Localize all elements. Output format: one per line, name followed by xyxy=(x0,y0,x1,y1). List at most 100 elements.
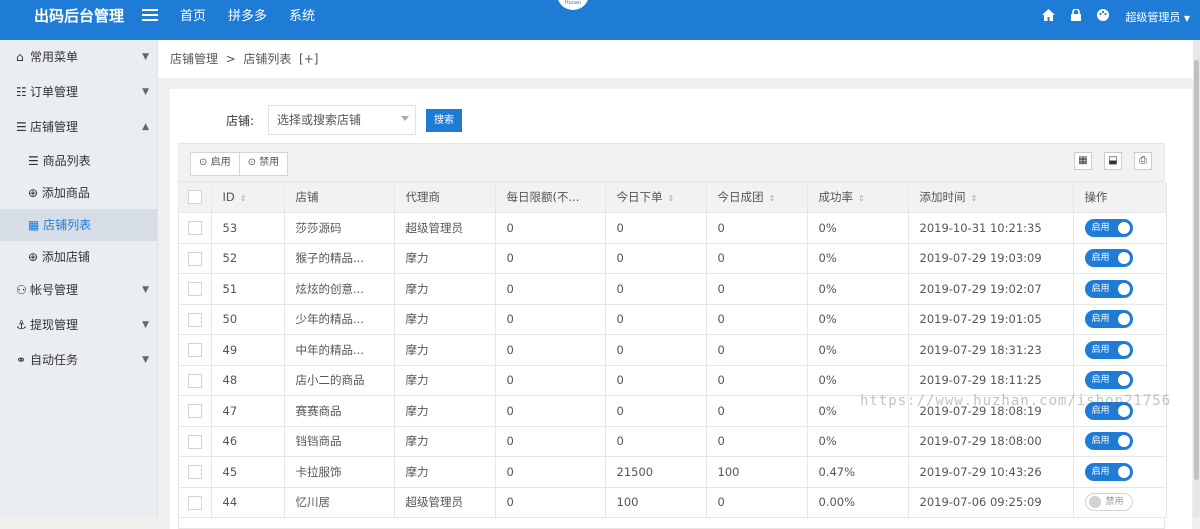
col-id[interactable]: ID ⇕ xyxy=(211,182,285,213)
sidebar-item-shops[interactable]: ☰ 店铺管理 ▲ xyxy=(0,110,157,145)
row-checkbox[interactable] xyxy=(187,404,202,418)
cell-action: 启用 xyxy=(1073,212,1167,244)
sort-icon[interactable]: ⇕ xyxy=(240,194,247,203)
table-row: 53 莎莎源码 超级管理员 0 0 0 0% 2019-10-31 10:21:35 启用 xyxy=(179,212,1167,244)
status-toggle[interactable]: 启用 xyxy=(1084,218,1133,237)
home-icon[interactable] xyxy=(1042,9,1056,24)
sort-icon[interactable]: ⇕ xyxy=(971,194,978,203)
cell-limit: 0 xyxy=(495,487,606,518)
sidebar-item-accounts[interactable]: ⚇ 帐号管理 ▼ xyxy=(0,273,157,308)
sidebar-subitem-shop-list[interactable]: ▦ 店铺列表 xyxy=(0,209,157,241)
chevron-down-icon: ▼ xyxy=(142,52,149,62)
print-icon[interactable]: ⎙ xyxy=(1134,152,1152,170)
breadcrumb-parent[interactable]: 店铺管理 xyxy=(170,52,218,66)
nav-home[interactable]: 首页 xyxy=(180,0,206,33)
grid-icon: ▦ xyxy=(28,218,40,232)
cell-shop: 铛铛商品 xyxy=(284,426,395,457)
sidebar-subitem-add-product[interactable]: ⊕ 添加商品 xyxy=(0,177,157,209)
cell-groups: 0 xyxy=(706,243,808,274)
row-checkbox[interactable] xyxy=(187,282,202,296)
status-toggle[interactable]: 启用 xyxy=(1084,462,1133,481)
row-checkbox[interactable] xyxy=(187,465,202,479)
home-outline-icon: ⌂ xyxy=(16,50,24,64)
row-checkbox[interactable] xyxy=(187,221,202,235)
topbar-actions: 超级管理员 ▼ xyxy=(1042,0,1190,33)
sidebar-subitem-product-list[interactable]: ☰ 商品列表 xyxy=(0,145,157,177)
sidebar-item-common-menu[interactable]: ⌂ 常用菜单 ▼ xyxy=(0,40,157,75)
sort-icon[interactable]: ⇕ xyxy=(769,194,776,203)
row-checkbox[interactable] xyxy=(187,251,202,266)
table-row: 50 少年的精品... 摩力 0 0 0 0% 2019-07-29 19:01:05 启用 xyxy=(179,304,1167,335)
table-row: 51 炫炫的创意... 摩力 0 0 0 0% 2019-07-29 19:02:07 启用 xyxy=(179,273,1167,305)
cell-id: 53 xyxy=(211,212,285,244)
sidebar-item-orders[interactable]: ☷ 订单管理 ▼ xyxy=(0,75,157,110)
shop-select[interactable]: 选择或搜索店铺 xyxy=(268,105,417,135)
cell-groups: 100 xyxy=(706,456,808,488)
row-checkbox[interactable] xyxy=(187,495,202,510)
table-row: 49 中年的精品... 摩力 0 0 0 0% 2019-07-29 18:31:23 启用 xyxy=(179,334,1167,366)
pause-circle-icon: ⊙ xyxy=(247,157,256,168)
list-icon: ☰ xyxy=(16,120,27,134)
cell-time: 2019-10-31 10:21:35 xyxy=(908,212,1074,244)
cell-shop: 莎莎源码 xyxy=(284,212,395,244)
col-success-rate[interactable]: 成功率 ⇕ xyxy=(807,182,909,213)
cell-orders: 0 xyxy=(605,243,707,274)
nav-system[interactable]: 系统 xyxy=(289,0,315,33)
anchor-icon: ⚓ xyxy=(16,318,27,332)
search-button[interactable]: 搜索 xyxy=(426,108,463,132)
sort-icon[interactable]: ⇕ xyxy=(858,194,865,203)
breadcrumb-add-tab[interactable]: [+] xyxy=(299,52,318,66)
disable-button[interactable]: ⊙ 禁用 xyxy=(240,153,288,175)
nav-pinduoduo[interactable]: 拼多多 xyxy=(228,0,267,33)
col-today-groups[interactable]: 今日成团 ⇕ xyxy=(706,182,808,213)
status-toggle[interactable]: 禁用 xyxy=(1084,493,1133,512)
select-all-checkbox[interactable] xyxy=(187,190,202,205)
sidebar-subitem-add-shop[interactable]: ⊕ 添加店铺 xyxy=(0,241,157,273)
cell-action: 启用 xyxy=(1073,243,1167,274)
row-select-cell xyxy=(179,456,212,488)
chevron-down-icon: ▼ xyxy=(142,320,149,330)
col-today-orders[interactable]: 今日下单 ⇕ xyxy=(605,182,707,213)
status-toggle[interactable]: 启用 xyxy=(1084,310,1133,329)
status-toggle[interactable]: 启用 xyxy=(1084,279,1133,298)
user-menu[interactable]: 超级管理员 ▼ xyxy=(1125,9,1190,25)
lock-icon[interactable] xyxy=(1071,8,1082,24)
enable-button[interactable]: ⊙ 启用 xyxy=(191,153,240,175)
shop-select-placeholder: 选择或搜索店铺 xyxy=(277,113,362,127)
row-checkbox[interactable] xyxy=(187,373,202,388)
chevron-up-icon: ▲ xyxy=(142,122,149,132)
sidebar-item-withdraw[interactable]: ⚓ 提现管理 ▼ xyxy=(0,308,157,343)
table-row: 44 忆川居 超级管理员 0 100 0 0.00% 2019-07-06 09:25:09 禁… xyxy=(179,487,1167,518)
cell-id: 47 xyxy=(211,395,285,427)
cell-action: 启用 xyxy=(1073,334,1167,366)
status-toggle[interactable]: 启用 xyxy=(1084,249,1133,268)
add-circle-icon: ⊕ xyxy=(28,250,39,264)
status-toggle[interactable]: 启用 xyxy=(1084,432,1133,451)
export-icon[interactable]: ⬓ xyxy=(1104,152,1122,170)
page-scrollbar[interactable] xyxy=(1193,40,1200,517)
scrollbar-thumb[interactable] xyxy=(1194,60,1199,480)
row-checkbox[interactable] xyxy=(187,312,202,327)
user-icon: ⚇ xyxy=(16,283,27,297)
watermark: https://www.huzhan.com/ishop21756 xyxy=(860,393,1172,409)
col-added-time-label: 添加时间 xyxy=(919,190,966,204)
cell-shop: 少年的精品... xyxy=(284,304,395,335)
sidebar-subitem-label: 商品列表 xyxy=(42,154,91,168)
palette-icon[interactable] xyxy=(1097,9,1110,24)
sidebar-toggle-icon[interactable] xyxy=(142,6,158,26)
cell-limit: 0 xyxy=(495,426,606,457)
row-checkbox[interactable] xyxy=(187,343,202,357)
cell-groups: 0 xyxy=(706,426,808,457)
columns-filter-icon[interactable]: ▦ xyxy=(1074,152,1092,170)
top-nav: 首页 拼多多 系统 xyxy=(180,0,315,33)
sort-icon[interactable]: ⇕ xyxy=(668,194,675,203)
sidebar-item-auto-tasks[interactable]: ⚭ 自动任务 ▼ xyxy=(0,343,157,378)
status-toggle[interactable]: 启用 xyxy=(1084,340,1133,359)
cell-shop: 赛赛商品 xyxy=(284,395,395,427)
col-added-time[interactable]: 添加时间 ⇕ xyxy=(908,182,1074,213)
row-checkbox[interactable] xyxy=(187,434,202,449)
status-toggle[interactable]: 启用 xyxy=(1084,371,1133,390)
cell-time: 2019-07-29 18:08:00 xyxy=(908,426,1074,457)
cell-shop: 忆川居 xyxy=(284,487,395,518)
cell-shop: 猴子的精品... xyxy=(284,243,395,274)
